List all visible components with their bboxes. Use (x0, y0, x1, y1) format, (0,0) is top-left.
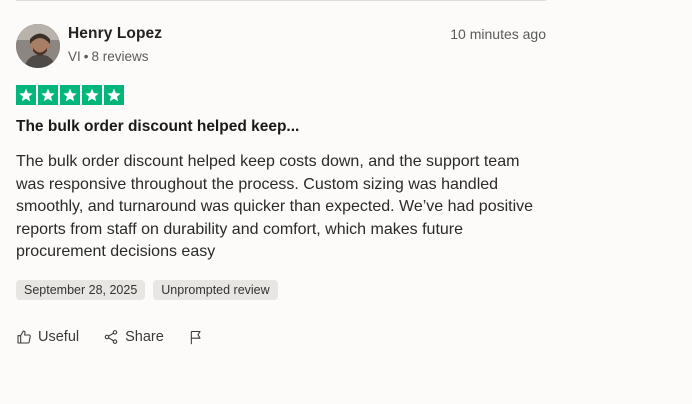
reviewer-review-count: 8 reviews (91, 49, 149, 64)
star-icon (104, 85, 124, 105)
meta-separator: • (83, 49, 89, 64)
divider (16, 0, 546, 1)
share-label: Share (125, 329, 164, 345)
reviewer-meta: VI • 8 reviews (68, 49, 162, 64)
share-button[interactable]: Share (103, 329, 164, 345)
star-icon (16, 85, 36, 105)
useful-button[interactable]: Useful (16, 329, 79, 345)
star-rating (16, 85, 546, 105)
avatar[interactable] (16, 24, 60, 68)
share-icon (104, 330, 118, 344)
star-icon (82, 85, 102, 105)
flag-icon (190, 330, 201, 344)
review-header: Henry Lopez VI • 8 reviews 10 minutes ago (16, 24, 546, 74)
review-title[interactable]: The bulk order discount helped keep... (16, 118, 546, 136)
reviewer-country: VI (68, 49, 81, 64)
reviewer-info: Henry Lopez VI • 8 reviews (68, 24, 162, 64)
star-icon (38, 85, 58, 105)
review-time: 10 minutes ago (450, 26, 546, 42)
review-body: The bulk order discount helped keep cost… (16, 153, 534, 260)
date-tag: September 28, 2025 (16, 279, 146, 300)
report-button[interactable] (188, 329, 210, 346)
review-actions: Useful Share (16, 329, 546, 346)
review-card: Henry Lopez VI • 8 reviews 10 minutes ago … (16, 24, 546, 346)
thumbs-up-icon (17, 330, 31, 344)
reviewer-name[interactable]: Henry Lopez (68, 25, 162, 43)
useful-label: Useful (38, 329, 80, 345)
review-tags: September 28, 2025 Unprompted review (16, 279, 546, 300)
star-icon (60, 85, 80, 105)
unprompted-review-tag[interactable]: Unprompted review (153, 279, 278, 300)
